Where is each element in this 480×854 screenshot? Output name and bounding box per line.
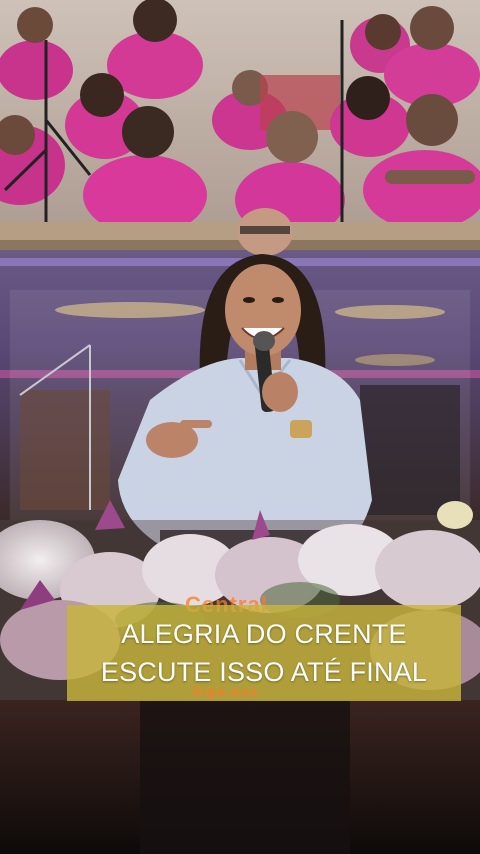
watermark-bottom: Siga-nos bbox=[192, 684, 259, 699]
caption-banner: ALEGRIA DO CRENTE ESCUTE ISSO ATÉ FINAL bbox=[67, 605, 461, 701]
caption-line-2: ESCUTE ISSO ATÉ FINAL bbox=[100, 657, 428, 687]
man-behind-railing bbox=[237, 208, 293, 256]
stage-photo bbox=[0, 0, 480, 854]
caption-line-1: ALEGRIA DO CRENTE bbox=[121, 619, 407, 649]
